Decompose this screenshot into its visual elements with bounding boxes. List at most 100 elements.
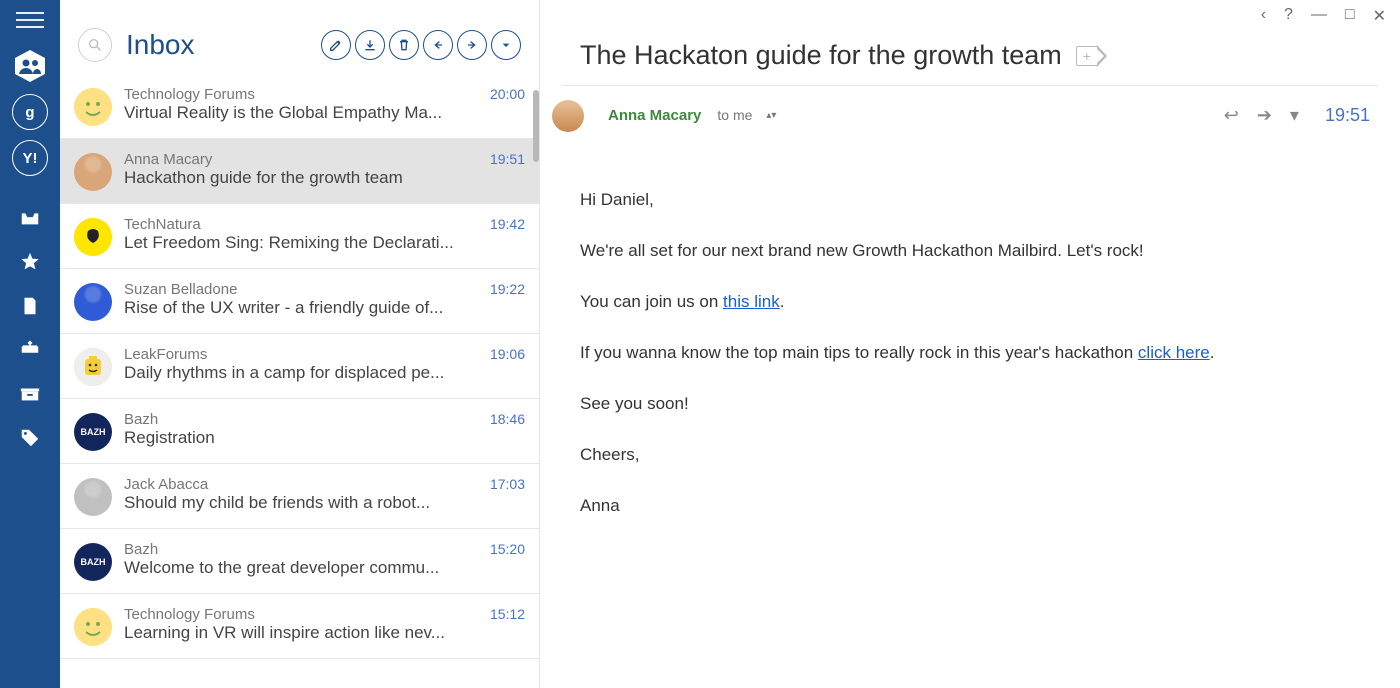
mail-title: The Hackaton guide for the growth team [580, 40, 1062, 71]
message-item[interactable]: Technology Forums 20:00 Virtual Reality is… [60, 74, 539, 139]
message-time: 18:46 [490, 411, 525, 427]
message-item[interactable]: BAZH Bazh 18:46 Registration [60, 399, 539, 464]
list-header: Inbox [60, 0, 539, 74]
archive-button[interactable] [355, 30, 385, 60]
help-button[interactable]: ? [1284, 6, 1293, 26]
avatar [74, 153, 112, 191]
avatar [74, 478, 112, 516]
message-item[interactable]: Anna Macary 19:51 Hackathon guide for the … [60, 139, 539, 204]
body-p1: We're all set for our next brand new Gro… [580, 234, 1360, 268]
reply-button[interactable] [423, 30, 453, 60]
message-time: 19:22 [490, 281, 525, 297]
nav-archive[interactable] [12, 376, 48, 412]
message-item[interactable]: Suzan Belladone 19:22 Rise of the UX write… [60, 269, 539, 334]
body-p3-text: If you wanna know the top main tips to r… [580, 343, 1138, 362]
body-p2-tail: . [780, 292, 785, 311]
body-p5: Cheers, [580, 438, 1360, 472]
message-subject: Registration [124, 428, 484, 448]
mail-title-row: The Hackaton guide for the growth team + [540, 26, 1400, 85]
nav-inbox[interactable] [12, 200, 48, 236]
sender-name: Bazh [124, 411, 158, 428]
tips-link[interactable]: click here [1138, 343, 1210, 362]
body-p2-text: You can join us on [580, 292, 723, 311]
sender-avatar [552, 100, 584, 132]
delete-button[interactable] [389, 30, 419, 60]
message-subject: Learning in VR will inspire action like … [124, 623, 484, 643]
reply-icon[interactable]: ↩ [1224, 105, 1239, 126]
sender-name: LeakForums [124, 346, 207, 363]
to-label: to me [717, 107, 752, 123]
message-item[interactable]: Jack Abacca 17:03 Should my child be frien… [60, 464, 539, 529]
close-button[interactable]: ✕ [1373, 6, 1386, 26]
avatar [74, 283, 112, 321]
back-button[interactable]: ‹ [1261, 6, 1266, 26]
message-time: 15:20 [490, 541, 525, 557]
message-actions: ↩ ➔ ▾ 19:51 [1224, 105, 1370, 126]
mail-body: Hi Daniel, We're all set for our next br… [540, 144, 1400, 562]
compose-button[interactable] [321, 30, 351, 60]
message-subject: Hackathon guide for the growth team [124, 168, 484, 188]
sender-name: Suzan Belladone [124, 281, 237, 298]
message-item[interactable]: TechNatura 19:42 Let Freedom Sing: Remixin… [60, 204, 539, 269]
body-p3-tail: . [1210, 343, 1215, 362]
dropdown-icon[interactable]: ▾ [1290, 105, 1299, 126]
sender-name: Technology Forums [124, 606, 255, 623]
sender-name: Bazh [124, 541, 158, 558]
message-item[interactable]: BAZH Bazh 15:20 Welcome to the great develo… [60, 529, 539, 594]
sender-name: Technology Forums [124, 86, 255, 103]
body-p6: Anna [580, 489, 1360, 523]
message-subject: Should my child be friends with a robot.… [124, 493, 484, 513]
message-time: 19:51 [490, 151, 525, 167]
scrollbar-thumb[interactable] [533, 90, 539, 162]
account-all[interactable] [12, 48, 48, 84]
account-rail: g Y! [0, 0, 60, 688]
message-subject: Virtual Reality is the Global Empathy Ma… [124, 103, 484, 123]
nav-sent[interactable] [12, 332, 48, 368]
avatar: BAZH [74, 413, 112, 451]
join-link[interactable]: this link [723, 292, 780, 311]
message-subject: Rise of the UX writer - a friendly guide… [124, 298, 484, 318]
from-row: Anna Macary to me ▴▾ ↩ ➔ ▾ 19:51 [540, 86, 1400, 144]
minimize-button[interactable]: — [1311, 6, 1327, 26]
add-tag-button[interactable]: + [1076, 46, 1098, 66]
hamburger-menu[interactable] [16, 6, 44, 34]
reading-pane: ‹ ? — □ ✕ The Hackaton guide for the gro… [540, 0, 1400, 688]
body-p3: If you wanna know the top main tips to r… [580, 336, 1360, 370]
maximize-button[interactable]: □ [1345, 6, 1355, 26]
message-time: 17:03 [490, 476, 525, 492]
folder-title: Inbox [122, 29, 311, 61]
sender-name: Anna Macary [124, 151, 212, 168]
message-item[interactable]: LeakForums 19:06 Daily rhythms in a camp f… [60, 334, 539, 399]
avatar: BAZH [74, 543, 112, 581]
window-controls: ‹ ? — □ ✕ [540, 0, 1400, 26]
message-time: 19:06 [490, 346, 525, 362]
avatar [74, 608, 112, 646]
list-actions [321, 30, 521, 60]
nav-tags[interactable] [12, 420, 48, 456]
message-subject: Welcome to the great developer commu... [124, 558, 484, 578]
body-greeting: Hi Daniel, [580, 183, 1360, 217]
message-list: Technology Forums 20:00 Virtual Reality is… [60, 74, 539, 688]
avatar [74, 218, 112, 256]
avatar [74, 348, 112, 386]
forward-icon[interactable]: ➔ [1257, 105, 1272, 126]
body-p4: See you soon! [580, 387, 1360, 421]
body-p2: You can join us on this link. [580, 285, 1360, 319]
account-google[interactable]: g [12, 94, 48, 130]
search-button[interactable] [78, 28, 112, 62]
from-name: Anna Macary [608, 107, 701, 124]
message-subject: Let Freedom Sing: Remixing the Declarati… [124, 233, 484, 253]
avatar [74, 88, 112, 126]
message-subject: Daily rhythms in a camp for displaced pe… [124, 363, 484, 383]
sender-name: TechNatura [124, 216, 201, 233]
sender-name: Jack Abacca [124, 476, 208, 493]
message-time: 20:00 [490, 86, 525, 102]
message-time: 19:42 [490, 216, 525, 232]
nav-starred[interactable] [12, 244, 48, 280]
account-yahoo[interactable]: Y! [12, 140, 48, 176]
message-item[interactable]: Technology Forums15:12Learning in VR wil… [60, 594, 539, 659]
nav-drafts[interactable] [12, 288, 48, 324]
more-button[interactable] [491, 30, 521, 60]
forward-button[interactable] [457, 30, 487, 60]
recipient-chevron-icon[interactable]: ▴▾ [766, 110, 776, 121]
